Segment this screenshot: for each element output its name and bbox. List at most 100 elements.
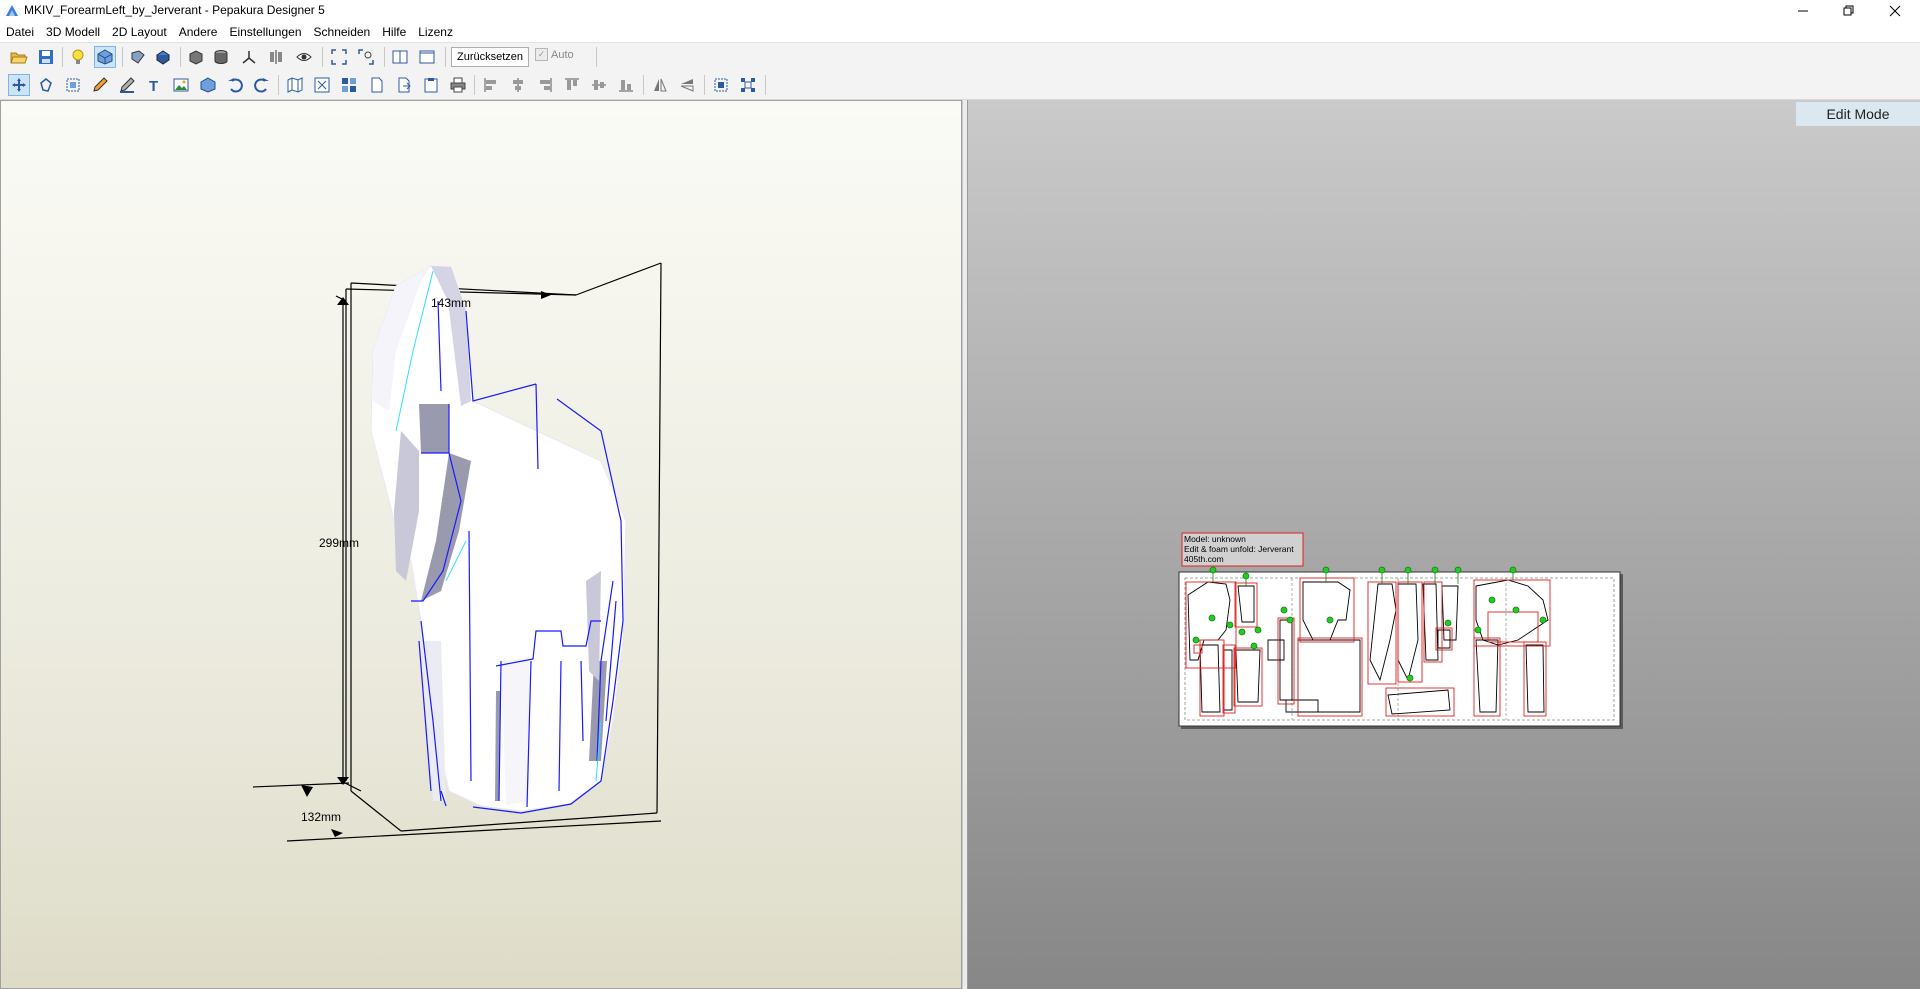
page-button[interactable] [366,74,388,96]
main-toolbar: Zurücksetzen ✓ Auto [0,43,1920,72]
align-center-button[interactable] [507,74,529,96]
edit-flap-button[interactable] [116,74,138,96]
group-button[interactable] [710,74,732,96]
zoom-settings-button[interactable] [355,46,377,68]
paper-sheet [1178,571,1621,727]
light-button[interactable] [67,46,89,68]
eye-icon [296,53,312,61]
text-t-icon: T [149,78,158,93]
auto-layout-button[interactable] [338,74,360,96]
select-tool-button[interactable] [8,74,30,96]
align-middle-icon [592,80,606,90]
menu-lizenz[interactable]: Lizenz [412,22,459,42]
3d-model-canvas[interactable]: 143mm 299mm 132mm [1,101,961,988]
align-top-button[interactable] [561,74,583,96]
mirror-icon [270,50,282,64]
3d-view-panel[interactable]: 143mm 299mm 132mm [0,100,962,989]
window-title: MKIV_ForearmLeft_by_Jerverant - Pepakura… [24,3,325,17]
box-icon [189,50,203,65]
align-left-button[interactable] [480,74,502,96]
align-right-icon [540,78,552,92]
minimize-button[interactable] [1780,0,1826,22]
align-middle-button[interactable] [588,74,610,96]
image-tool-button[interactable] [170,74,192,96]
ungroup-icon [741,78,755,92]
page-icon [371,77,383,93]
fit-corners-icon [331,49,347,65]
undo-button[interactable] [224,74,246,96]
menu-2d-layout[interactable]: 2D Layout [106,22,173,42]
align-bottom-icon [619,80,633,92]
menu-einstellungen[interactable]: Einstellungen [223,22,307,42]
paste-button[interactable] [420,74,442,96]
mirror-button[interactable] [265,46,287,68]
select-faces-button[interactable] [127,46,149,68]
cylinder-button[interactable] [210,46,232,68]
join-faces-button[interactable] [152,46,174,68]
redo-button[interactable] [251,74,273,96]
menu-hilfe[interactable]: Hilfe [376,22,412,42]
view-toggle-button[interactable] [293,46,315,68]
lightbulb-icon [72,49,84,64]
restore-icon [1843,5,1854,16]
align-right-button[interactable] [534,74,556,96]
menu-schneiden[interactable]: Schneiden [308,22,377,42]
flip-h-icon [654,78,667,92]
flip-horizontal-button[interactable] [649,74,671,96]
dimension-depth-label: 132mm [301,810,341,824]
rotate-part-icon [40,78,52,92]
info-line-site: 405th.com [1184,554,1224,564]
auto-label: Auto [551,48,574,61]
ungroup-button[interactable] [737,74,759,96]
close-button[interactable] [1872,0,1918,22]
align-center-icon [513,78,523,92]
clipboard-icon [424,78,438,93]
single-view-button[interactable] [416,46,438,68]
split-view-button[interactable] [389,46,411,68]
text-tool-button[interactable]: T [143,74,165,96]
2d-layout-panel[interactable]: Edit Mode Model: unknown Edit & foam unf… [968,100,1920,989]
menu-andere[interactable]: Andere [173,22,224,42]
axis-button[interactable] [238,46,260,68]
scale-icon [66,78,80,92]
open-folder-icon [10,52,28,64]
show-3d-button[interactable] [94,46,116,68]
split-view-icon [392,50,408,64]
align-bottom-button[interactable] [615,74,637,96]
auto-checkbox[interactable]: ✓ Auto [535,48,574,61]
unfold-map-icon [287,77,303,93]
grid-layout-icon [342,78,356,92]
reset-button[interactable]: Zurücksetzen [451,47,530,67]
printer-icon [450,77,466,93]
scale-tool-button[interactable] [62,74,84,96]
fit-view-button[interactable] [328,46,350,68]
save-button[interactable] [35,46,57,68]
dimension-width-label: 143mm [431,296,471,310]
restore-button[interactable] [1826,0,1872,22]
menu-datei[interactable]: Datei [0,22,40,42]
cube-view-icon [97,49,113,65]
open-button[interactable] [8,46,30,68]
checkmark-icon: ✓ [535,48,548,61]
align-top-icon [565,78,579,90]
page-export-button[interactable] [393,74,415,96]
single-view-icon [419,50,435,64]
info-line-author: Edit & foam unfold: Jerverant [1184,544,1294,554]
draw-line-button[interactable] [89,74,111,96]
rotate-tool-button[interactable] [35,74,57,96]
2d-layout-canvas[interactable]: Model: unknown Edit & foam unfold: Jerve… [968,100,1920,989]
undo-icon [228,78,243,93]
edit-toolbar: T [0,71,1920,100]
unfold-button[interactable] [284,74,306,96]
menu-3d-modell[interactable]: 3D Modell [40,22,106,42]
flip-vertical-button[interactable] [676,74,698,96]
image-icon [173,78,189,92]
arrange-button[interactable] [311,74,333,96]
print-button[interactable] [447,74,469,96]
align-left-icon [484,78,496,92]
group-select-icon [714,78,728,92]
arrange-icon [314,77,330,93]
menu-bar: Datei 3D Modell 2D Layout Andere Einstel… [0,22,1920,43]
part-3d-button[interactable] [197,74,219,96]
box-button[interactable] [185,46,207,68]
